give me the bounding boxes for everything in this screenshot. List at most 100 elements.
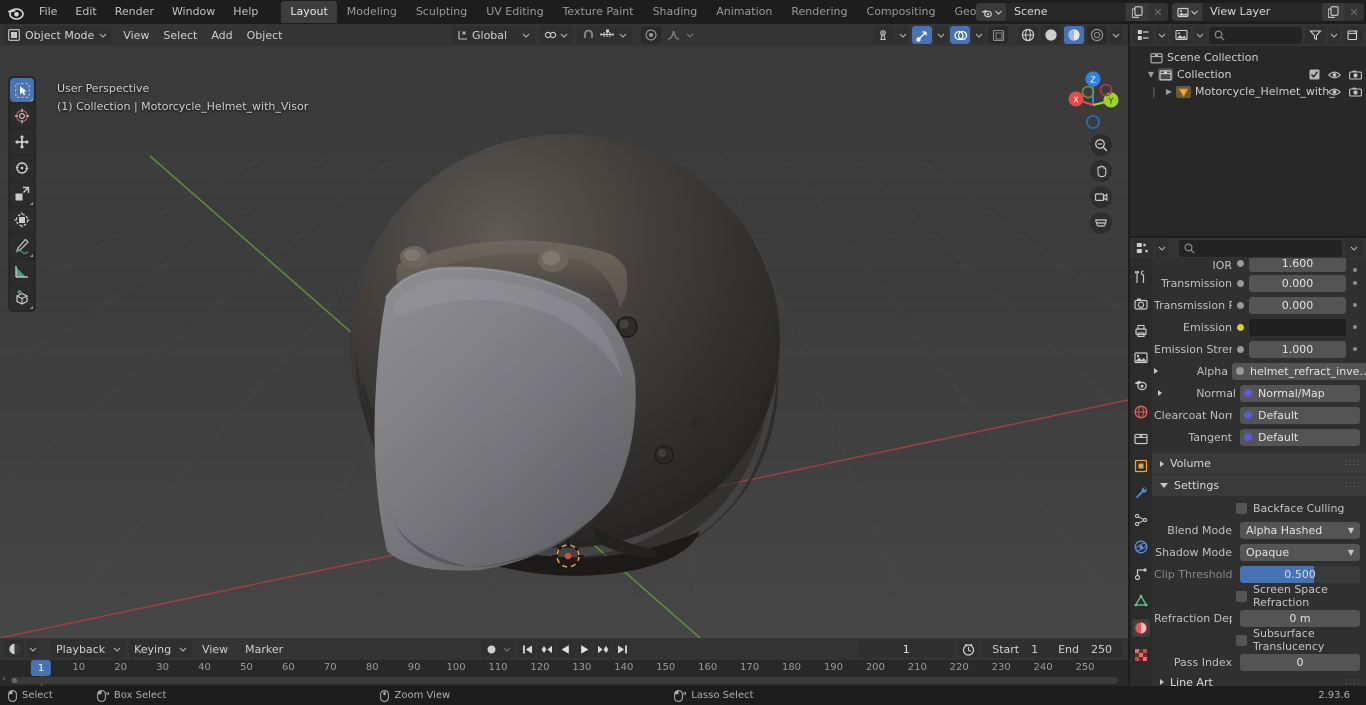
checkbox-icon[interactable] [1309,69,1320,80]
panel-settings[interactable]: Settings :::: [1152,475,1366,496]
viewlayer-icon[interactable] [1172,3,1202,21]
jump-start-icon[interactable] [518,640,536,658]
xray-icon[interactable] [988,26,1008,44]
clock-icon[interactable] [958,640,979,658]
shading-material-icon[interactable] [1064,26,1084,44]
timeline-marker-menu[interactable]: Marker [238,640,290,658]
chevron-down-icon[interactable] [1194,26,1206,44]
menu-window[interactable]: Window [163,2,224,22]
tweak-select-tool[interactable] [10,78,34,102]
timeline-editor-icon[interactable] [4,640,24,658]
proportional-editing-controls[interactable] [636,26,699,44]
setting-row-clip-threshold[interactable]: Clip Threshold 0.500 [1152,563,1366,585]
x-icon[interactable]: ✕ [1344,3,1364,21]
menu-render[interactable]: Render [106,2,163,22]
pass-index-value[interactable]: 0 [1240,653,1360,671]
timeline-view-menu[interactable]: View [195,640,235,658]
normal-link-field[interactable]: Normal/Map [1240,384,1360,402]
animate-dot[interactable] [1350,268,1360,272]
mode-selector[interactable]: Object Mode [4,26,112,44]
tab-animation[interactable]: Animation [707,1,781,23]
outliner-row-scene-collection[interactable]: Scene Collection [1130,49,1366,66]
property-row-emission[interactable]: Emission [1152,316,1366,338]
blend-mode-dropdown[interactable]: Alpha Hashed ▼ [1240,521,1360,539]
3d-viewport[interactable]: User Perspective (1) Collection | Motorc… [0,46,1128,638]
texture-tab[interactable] [1132,646,1150,664]
modifier-tab[interactable] [1132,484,1150,502]
zoom-icon[interactable] [1090,134,1112,156]
eye-icon[interactable] [1328,87,1341,97]
timeline-expand-arrow[interactable]: › [2,674,6,684]
checkbox-icon[interactable] [1236,634,1247,646]
animate-dot[interactable] [1350,347,1360,351]
start-frame-field[interactable]: Start 1 [982,640,1049,658]
proportional-icon[interactable] [641,26,662,44]
pan-hand-icon[interactable] [1090,160,1112,182]
menu-help[interactable]: Help [224,2,267,22]
ortho-persp-icon[interactable] [1090,212,1112,234]
render-tab[interactable] [1132,295,1150,313]
property-value[interactable]: 1.000 [1249,340,1346,358]
setting-row-pass-index[interactable]: Pass Index 0 [1152,651,1366,673]
outliner-row-collection[interactable]: ▼ Collection [1130,66,1366,83]
timeline-keying-menu[interactable]: Keying [129,640,193,658]
setting-row-blend-mode[interactable]: Blend Mode Alpha Hashed ▼ [1152,519,1366,541]
checkbox-icon[interactable] [1236,590,1247,602]
chevron-down-icon[interactable] [1345,239,1363,257]
timeline-playhead[interactable]: 1 [30,660,52,676]
add-cube-tool[interactable] [10,286,34,310]
timeline-ruler[interactable]: 10 20 30 40 50 60 70 80 90 100 110 120 130 140 150 160 1… [0,660,1128,676]
shadow-mode-dropdown[interactable]: Opaque ▼ [1240,543,1360,561]
expand-triangle-down-icon[interactable] [1160,483,1168,488]
view-layer-tab[interactable] [1132,349,1150,367]
socket-input-dot[interactable] [1236,258,1245,272]
refraction-depth-value[interactable]: 0 m [1240,609,1360,627]
scene-tab[interactable] [1132,376,1150,394]
expand-triangle-down-icon[interactable]: ▼ [1144,70,1158,79]
setting-row-screen-space-refraction[interactable]: Screen Space Refraction [1152,583,1366,609]
emission-color-swatch[interactable] [1249,318,1346,336]
chevron-down-icon[interactable] [1156,239,1168,257]
property-row-normal[interactable]: Normal Normal/Map [1152,382,1366,404]
duplicate-icon[interactable] [1322,3,1344,21]
outliner-display-mode-icon[interactable] [1133,26,1153,44]
panel-volume[interactable]: Volume :::: [1152,453,1366,474]
tab-uv-editing[interactable]: UV Editing [477,1,552,23]
chevron-down-icon[interactable] [501,640,513,658]
jump-end-icon[interactable] [613,640,631,658]
object-tab[interactable] [1132,457,1150,475]
expand-triangle-right-icon[interactable] [1160,460,1164,467]
property-value[interactable]: 0.000 [1249,274,1346,292]
camera-icon[interactable] [1349,70,1362,80]
tab-layout[interactable]: Layout [281,1,337,23]
animate-dot[interactable] [1350,281,1360,285]
property-row-alpha[interactable]: Alpha helmet_refract_inve... [1152,360,1366,382]
tool-tab[interactable] [1132,268,1150,286]
expand-triangle-right-icon[interactable] [1154,390,1166,396]
property-row-transmission-roughness[interactable]: Transmission R... 0.000 [1152,294,1366,316]
clearcoat-normal-field[interactable]: Default [1240,406,1360,424]
current-frame-field[interactable]: 1 [858,640,955,658]
shading-solid-icon[interactable] [1041,26,1061,44]
editor-type-icon[interactable] [1133,239,1153,257]
chevron-down-icon[interactable] [1328,26,1340,44]
timeline-playback-menu[interactable]: Playback [51,640,127,658]
material-tab[interactable] [1132,619,1150,637]
tab-rendering[interactable]: Rendering [782,1,856,23]
cursor-tool[interactable] [10,104,34,128]
viewport-menu-select[interactable]: Select [156,26,204,44]
chevron-down-icon[interactable] [1110,26,1122,44]
property-value[interactable]: 0.000 [1249,296,1346,314]
move-tool[interactable] [10,130,34,154]
shading-rendered-icon[interactable] [1087,26,1107,44]
world-tab[interactable] [1132,403,1150,421]
tab-shading[interactable]: Shading [644,1,707,23]
physics-tab[interactable] [1132,538,1150,556]
overlays-icon[interactable] [950,26,970,44]
measure-tool[interactable] [10,260,34,284]
property-row-emission-strength[interactable]: Emission Strengt 1.000 [1152,338,1366,360]
transform-orientation-selector[interactable]: Global [452,26,536,44]
play-reverse-icon[interactable] [556,640,574,658]
axis-gizmo[interactable]: Z X Y [1064,68,1122,130]
property-row-transmission[interactable]: Transmission 0.000 [1152,272,1366,294]
